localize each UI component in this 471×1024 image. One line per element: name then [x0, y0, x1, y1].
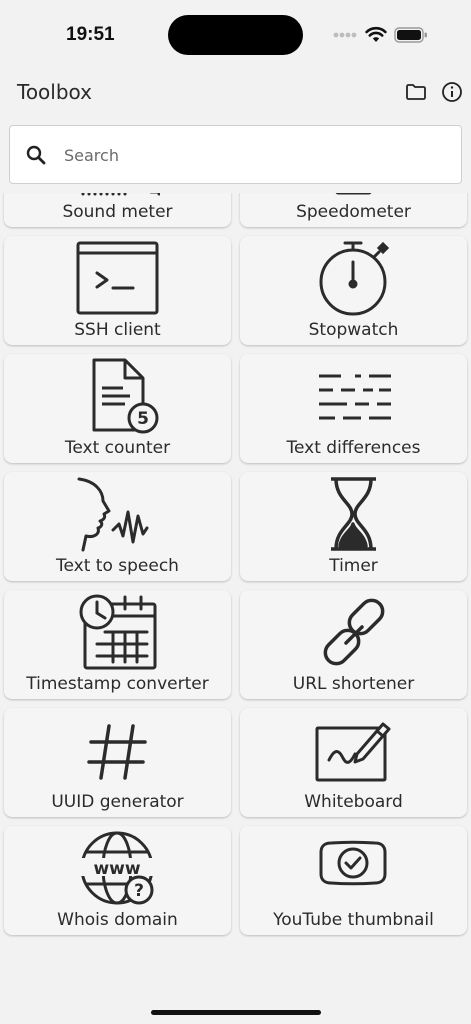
document-count-icon: 5: [92, 358, 159, 434]
tool-label: YouTube thumbnail: [273, 910, 434, 930]
tool-tile-timestamp-converter[interactable]: Timestamp converter: [4, 590, 231, 699]
hourglass-icon: [331, 477, 376, 551]
tool-tile-text-differences[interactable]: Text differences: [240, 354, 467, 463]
globe-www-icon: www ?: [79, 831, 155, 905]
tool-tile-whois-domain[interactable]: www ? Whois domain: [4, 826, 231, 935]
home-indicator[interactable]: [151, 1010, 321, 1015]
tool-tile-uuid-generator[interactable]: UUID generator: [4, 708, 231, 817]
youtube-check-icon: [319, 840, 387, 886]
info-icon[interactable]: [440, 80, 464, 104]
tool-label: Sound meter: [62, 202, 173, 222]
search-icon: [26, 145, 46, 165]
tool-grid-viewport[interactable]: Sound meter Speedometer SSH client Stopw…: [0, 193, 471, 993]
tool-tile-whiteboard[interactable]: Whiteboard: [240, 708, 467, 817]
search-bar[interactable]: [9, 125, 462, 184]
whiteboard-icon: [315, 722, 391, 782]
folder-icon[interactable]: [404, 80, 428, 104]
tool-tile-stopwatch[interactable]: Stopwatch: [240, 236, 467, 345]
tool-tile-timer[interactable]: Timer: [240, 472, 467, 581]
tool-label: Timestamp converter: [26, 674, 209, 694]
tool-tile-url-shortener[interactable]: URL shortener: [240, 590, 467, 699]
page-title: Toolbox: [17, 80, 92, 104]
tool-tile-text-to-speech[interactable]: Text to speech: [4, 472, 231, 581]
status-time: 19:51: [66, 24, 115, 45]
whois-badge: ?: [134, 881, 144, 901]
tool-label: URL shortener: [292, 674, 415, 694]
calendar-clock-icon: [79, 594, 157, 670]
text-diff-icon: [319, 374, 391, 420]
dynamic-island: [168, 15, 303, 55]
speedometer-icon: [335, 193, 372, 195]
tool-label: Whois domain: [57, 910, 178, 930]
sound-meter-icon: [81, 193, 160, 196]
tool-label: SSH client: [74, 320, 161, 340]
tool-tile-ssh-client[interactable]: SSH client: [4, 236, 231, 345]
tool-label: Timer: [329, 556, 378, 576]
tool-label: Text counter: [64, 438, 171, 458]
battery-icon: [394, 27, 427, 43]
status-bar: 19:51: [0, 0, 471, 66]
tool-label: UUID generator: [51, 792, 184, 812]
text-counter-badge: 5: [137, 409, 149, 429]
terminal-icon: [76, 241, 159, 315]
stopwatch-icon: [319, 241, 390, 316]
hash-icon: [87, 724, 147, 780]
tool-label: Text to speech: [56, 556, 179, 576]
tool-label: Stopwatch: [308, 320, 399, 340]
tool-label: Speedometer: [296, 202, 411, 222]
app-header: Toolbox: [0, 66, 471, 116]
link-icon: [323, 598, 385, 666]
tool-tile-speedometer[interactable]: Speedometer: [240, 193, 467, 227]
tool-tile-text-counter[interactable]: 5 Text counter: [4, 354, 231, 463]
wifi-icon: [365, 26, 387, 42]
speaking-head-icon: [77, 477, 149, 552]
svg-text:www: www: [93, 859, 140, 879]
search-input[interactable]: [64, 138, 444, 172]
tool-tile-sound-meter[interactable]: Sound meter: [4, 193, 231, 227]
tool-label: Text differences: [286, 438, 421, 458]
tool-grid: Sound meter Speedometer SSH client Stopw…: [4, 193, 468, 935]
signal-icon: [333, 32, 357, 38]
tool-label: Whiteboard: [304, 792, 403, 812]
tool-tile-youtube-thumbnail[interactable]: YouTube thumbnail: [240, 826, 467, 935]
